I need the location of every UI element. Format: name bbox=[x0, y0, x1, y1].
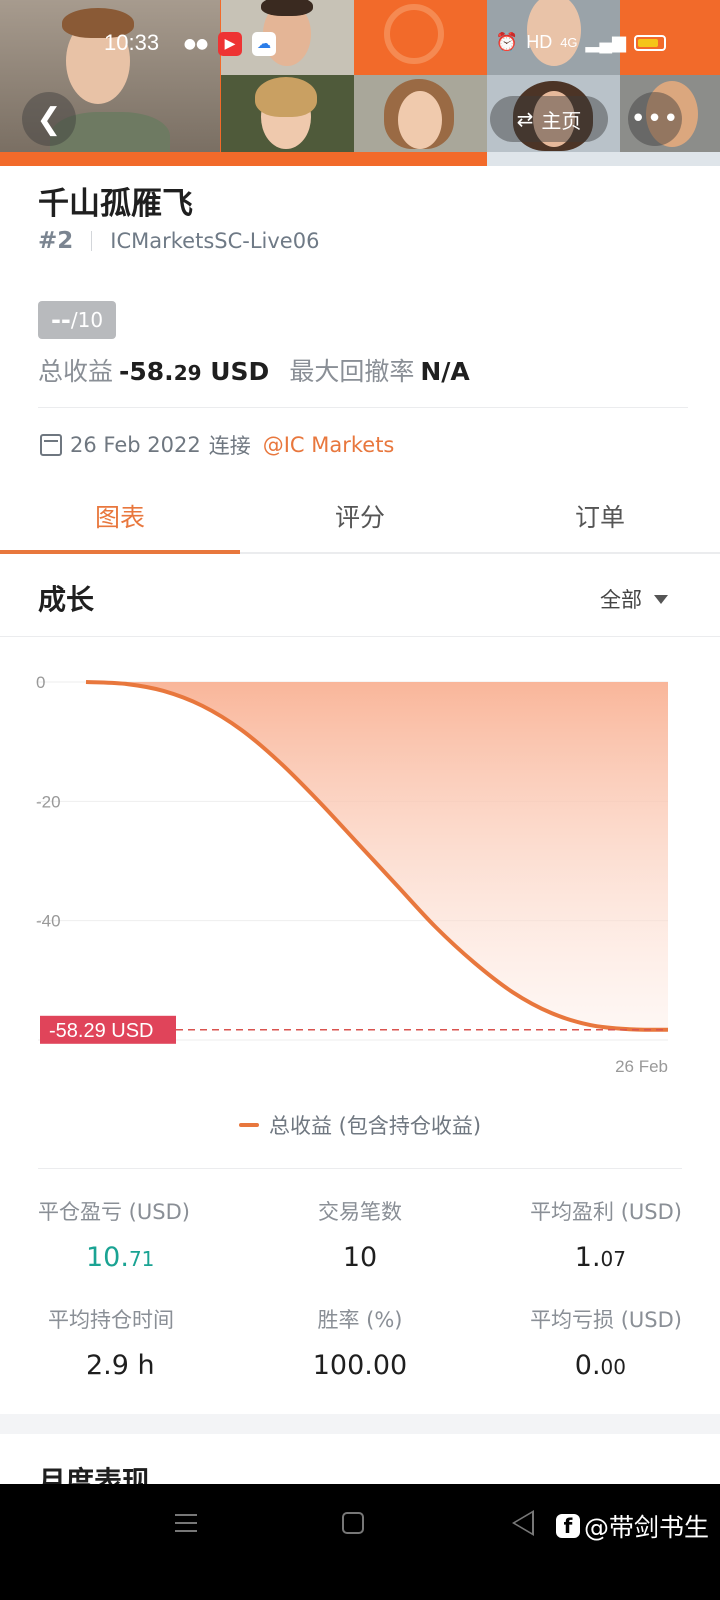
tab-orders[interactable]: 订单 bbox=[480, 480, 720, 552]
divider bbox=[91, 231, 93, 251]
status-time: 10:33 bbox=[104, 30, 160, 55]
caret-down-icon bbox=[654, 594, 668, 604]
stat-avg-loss: 平均亏损 (USD) 0.00 bbox=[442, 1304, 682, 1381]
x-tick-label: 26 Feb bbox=[615, 1057, 668, 1076]
divider-line bbox=[0, 636, 720, 637]
chart-area bbox=[86, 682, 668, 1030]
y-tick-label: -20 bbox=[36, 792, 61, 811]
current-value-tag-label: -58.29 USD bbox=[49, 1020, 154, 1042]
stat-label: 平均亏损 (USD) bbox=[530, 1308, 682, 1332]
watermark: f @带剑书生 bbox=[556, 1508, 709, 1544]
menu-icon[interactable] bbox=[175, 1514, 197, 1532]
signal-label: 4G bbox=[560, 35, 578, 50]
status-right: ⏰ HD 4G ▂▄▆ bbox=[496, 32, 666, 53]
account-name: ICMarketsSC-Live06 bbox=[110, 229, 320, 253]
tab-rating[interactable]: 评分 bbox=[240, 480, 480, 552]
growth-chart: 0 -20 -40 -58.29 USD 26 Feb bbox=[36, 673, 669, 1076]
tab-bar: 图表 评分 订单 bbox=[0, 480, 720, 554]
score-badge: -- /10 bbox=[38, 301, 116, 339]
drawdown-label: 最大回撤率 bbox=[289, 357, 415, 386]
trader-name: 千山孤雁飞 bbox=[38, 186, 193, 222]
stat-value: 0.00 bbox=[574, 1350, 626, 1381]
home-button[interactable]: ⇄ 主页 bbox=[490, 96, 608, 142]
rank-label: #2 bbox=[38, 228, 74, 254]
battery-icon bbox=[634, 34, 666, 51]
alarm-icon: ⏰ bbox=[495, 32, 519, 52]
total-profit-value: -58.29 USD bbox=[119, 357, 270, 386]
total-profit-label: 总收益 bbox=[38, 357, 114, 386]
connect-info: 26 Feb 2022 连接 @IC Markets bbox=[40, 430, 394, 460]
status-bar: 10:33 ●● ▶ ☁ ⏰ HD 4G ▂▄▆ bbox=[0, 28, 720, 62]
y-tick-label: -40 bbox=[36, 912, 61, 931]
score-max: /10 bbox=[70, 308, 104, 332]
account-info: #2 ICMarketsSC-Live06 bbox=[38, 228, 319, 254]
signal-icon: ▂▄▆ bbox=[585, 32, 626, 52]
stat-label: 平均盈利 (USD) bbox=[530, 1200, 682, 1224]
network-hd: HD bbox=[526, 32, 553, 52]
growth-title: 成长 bbox=[38, 583, 95, 616]
wechat-icon: ●● bbox=[183, 36, 209, 52]
logo-icon: f bbox=[556, 1514, 580, 1538]
score-value: -- bbox=[50, 306, 71, 334]
cloud-app-icon: ☁ bbox=[252, 32, 276, 56]
range-filter-dropdown[interactable]: 全部 bbox=[600, 584, 668, 614]
home-label: 主页 bbox=[541, 108, 582, 133]
home-icon[interactable] bbox=[342, 1512, 364, 1534]
divider-line bbox=[38, 407, 688, 408]
section-separator bbox=[0, 1414, 720, 1434]
legend-label: 总收益 (包含持仓收益) bbox=[268, 1114, 482, 1138]
calendar-icon bbox=[40, 434, 62, 456]
metrics-line: 总收益 -58.29 USD 最大回撤率 N/A bbox=[38, 352, 470, 388]
divider-line bbox=[38, 1168, 682, 1169]
ellipsis-icon: ••• bbox=[630, 104, 680, 134]
header-banner: 10:33 ●● ▶ ☁ ⏰ HD 4G ▂▄▆ ❮ ⇄ 主页 ••• bbox=[0, 0, 720, 166]
back-triangle-icon[interactable] bbox=[512, 1510, 534, 1536]
notification-icons: ●● ▶ ☁ bbox=[184, 32, 276, 56]
connect-label: 连接 bbox=[208, 434, 251, 458]
more-button[interactable]: ••• bbox=[628, 92, 682, 146]
system-nav-bar: f @带剑书生 bbox=[0, 1484, 720, 1600]
back-button[interactable]: ❮ bbox=[22, 92, 76, 146]
drawdown-value: N/A bbox=[420, 357, 470, 386]
swap-arrows-icon: ⇄ bbox=[516, 107, 534, 131]
chevron-left-icon: ❮ bbox=[36, 101, 62, 137]
connect-date: 26 Feb 2022 bbox=[70, 433, 201, 457]
range-filter-label: 全部 bbox=[600, 588, 642, 612]
banner-photo bbox=[354, 75, 487, 152]
stat-avg-profit: 平均盈利 (USD) 1.07 bbox=[442, 1196, 682, 1273]
stat-value: 1.07 bbox=[574, 1242, 626, 1273]
watermark-text: @带剑书生 bbox=[584, 1513, 710, 1542]
legend-swatch bbox=[238, 1123, 259, 1127]
tab-chart[interactable]: 图表 bbox=[0, 480, 240, 554]
broker-link[interactable]: @IC Markets bbox=[263, 433, 395, 457]
banner-photo bbox=[221, 75, 354, 152]
chart-legend: 总收益 (包含持仓收益) bbox=[0, 1110, 720, 1140]
banner-photo bbox=[487, 152, 720, 166]
video-app-icon: ▶ bbox=[218, 32, 242, 56]
y-tick-label: 0 bbox=[36, 673, 45, 692]
